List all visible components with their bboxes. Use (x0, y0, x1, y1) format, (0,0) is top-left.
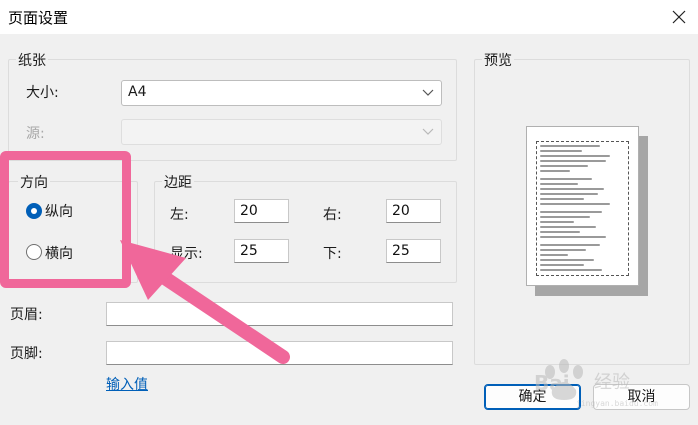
preview-text-line (540, 264, 584, 266)
preview-text-line (540, 226, 596, 228)
paper-size-value: A4 (128, 84, 147, 100)
preview-text-line (540, 231, 580, 233)
preview-text-line (540, 211, 602, 213)
top-margin-input[interactable] (234, 239, 289, 263)
close-icon (672, 10, 686, 24)
right-margin-label: 右: (323, 207, 342, 223)
preview-text-line (540, 165, 588, 167)
source-label: 源: (26, 126, 45, 142)
close-button[interactable] (664, 2, 694, 32)
preview-text-line (540, 150, 582, 152)
preview-text-line (540, 221, 574, 223)
preview-text-line (540, 170, 570, 172)
paper-group-label: 纸张 (16, 50, 48, 70)
input-values-link[interactable]: 输入值 (106, 374, 148, 394)
svg-text:Bai: Bai (534, 371, 570, 395)
top-margin-label: 显示: (170, 246, 203, 262)
preview-group-label: 预览 (482, 50, 514, 70)
bottom-margin-label: 下: (323, 246, 342, 262)
left-margin-input[interactable] (234, 199, 289, 223)
preview-text-line (540, 249, 586, 251)
preview-text-line (540, 193, 598, 195)
preview-text-line (540, 160, 606, 162)
preview-text-line (540, 244, 600, 246)
header-label: 页眉: (10, 307, 43, 323)
margins-group (154, 181, 457, 283)
preview-text-line (540, 203, 610, 205)
preview-text-line (540, 254, 568, 256)
footer-input[interactable] (106, 341, 453, 365)
margins-group-label: 边距 (162, 172, 194, 192)
preview-text-line (540, 216, 590, 218)
annotation-highlight-box (0, 151, 131, 288)
preview-text-line (540, 269, 602, 271)
preview-text-line (540, 259, 594, 261)
title-bar (0, 0, 698, 34)
footer-label: 页脚: (10, 346, 43, 362)
page-preview (526, 126, 639, 286)
left-margin-label: 左: (170, 207, 189, 223)
size-label: 大小: (26, 85, 59, 101)
paper-source-select[interactable] (121, 119, 442, 145)
preview-text-line (540, 183, 578, 185)
preview-text-line (540, 155, 610, 157)
preview-text-line (540, 236, 606, 238)
svg-text:jingyan.baidu.com: jingyan.baidu.com (576, 399, 658, 408)
svg-text:经验: 经验 (594, 372, 630, 393)
preview-text-line (540, 188, 604, 190)
preview-text-line (540, 178, 592, 180)
chevron-down-icon (422, 128, 434, 135)
chevron-down-icon (422, 89, 434, 96)
window-title: 页面设置 (8, 9, 69, 27)
paper-group (8, 59, 457, 161)
preview-text-line (540, 198, 584, 200)
bottom-margin-input[interactable] (386, 239, 441, 263)
baidu-watermark-logo: Bai 经验 jingyan.baidu.com (534, 359, 658, 408)
paper-size-select[interactable]: A4 (121, 80, 442, 106)
preview-text-line (540, 145, 600, 147)
header-input[interactable] (106, 302, 453, 326)
right-margin-input[interactable] (386, 199, 441, 223)
